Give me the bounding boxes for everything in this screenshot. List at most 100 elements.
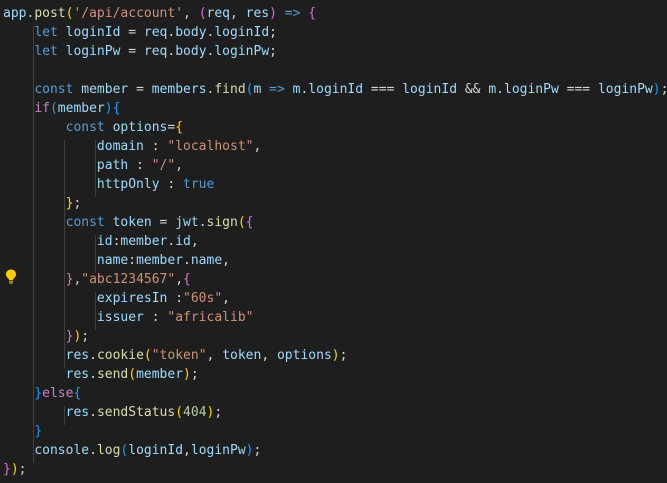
code-token: name <box>190 253 223 268</box>
code-line[interactable]: const options={ <box>3 118 183 137</box>
code-token: loginId <box>308 82 364 97</box>
code-token: { <box>175 120 184 135</box>
code-token: let <box>34 25 58 40</box>
code-line[interactable]: issuer : "africalib" <box>3 308 254 327</box>
code-token: loginPw <box>65 44 121 59</box>
code-token: find <box>214 82 246 97</box>
code-token: === <box>558 82 598 97</box>
code-token: 404 <box>183 405 207 420</box>
code-token: jwt <box>175 215 199 230</box>
code-token: { <box>245 215 254 230</box>
code-token: member <box>136 367 184 382</box>
code-token: : <box>159 177 184 192</box>
code-token: . <box>496 82 504 97</box>
code-token: send <box>96 367 129 382</box>
code-token: id <box>96 234 113 249</box>
code-line[interactable]: console.log(loginId,loginPw); <box>3 441 261 460</box>
code-token: sign <box>206 215 238 230</box>
code-token: ) <box>104 101 113 116</box>
code-token: = <box>120 44 144 59</box>
code-line[interactable]: res.cookie("token", token, options); <box>3 346 348 365</box>
code-token: const <box>65 120 105 135</box>
code-token: ( <box>198 6 207 21</box>
code-line[interactable]: const member = members.find(m => m.login… <box>3 80 667 99</box>
code-token: log <box>96 443 121 458</box>
code-token: . <box>89 443 97 458</box>
code-line[interactable]: }); <box>3 327 89 346</box>
code-token: req <box>206 6 230 21</box>
code-line[interactable]: }); <box>3 460 26 479</box>
code-line[interactable]: expiresIn :"60s", <box>3 289 230 308</box>
code-line[interactable]: },"abc1234567",{ <box>3 270 191 289</box>
code-token: loginPw <box>190 443 246 458</box>
code-token: } <box>34 386 43 401</box>
code-token: true <box>183 177 215 192</box>
code-token: name <box>96 253 129 268</box>
code-token: member <box>120 234 168 249</box>
code-token: ; <box>18 462 27 477</box>
code-line[interactable]: httpOnly : true <box>3 175 214 194</box>
code-line[interactable]: res.sendStatus(404); <box>3 403 223 422</box>
code-token: ; <box>339 348 348 363</box>
code-token: { <box>112 101 121 116</box>
code-token: "60s" <box>183 291 223 306</box>
code-token: ( <box>245 82 254 97</box>
code-line[interactable]: name:member.name, <box>3 251 230 270</box>
code-token: res <box>65 405 90 420</box>
code-token: , <box>175 272 184 287</box>
code-token: loginId <box>214 25 270 40</box>
code-line[interactable]: if(member){ <box>3 99 120 118</box>
code-line[interactable]: app.post('/api/account', (req, res) => { <box>3 4 316 23</box>
code-token: token <box>222 348 262 363</box>
code-token: = <box>128 82 152 97</box>
code-line[interactable]: const token = jwt.sign({ <box>3 213 254 232</box>
code-token: , <box>190 234 199 249</box>
code-token: => <box>284 6 301 21</box>
code-token: : <box>128 158 152 173</box>
code-token: ; <box>214 405 223 420</box>
code-line[interactable]: let loginId = req.body.loginId; <box>3 23 277 42</box>
code-line[interactable]: let loginPw = req.body.loginPw; <box>3 42 277 61</box>
code-line[interactable]: path : "/", <box>3 156 183 175</box>
code-token: res <box>245 6 270 21</box>
code-editor[interactable]: app.post('/api/account', (req, res) => {… <box>0 0 667 483</box>
code-token: loginPw <box>504 82 559 97</box>
code-line[interactable]: res.send(member); <box>3 365 199 384</box>
code-token: "/" <box>151 158 176 173</box>
lightbulb-icon[interactable] <box>4 268 18 285</box>
code-line[interactable]: id:member.id, <box>3 232 199 251</box>
code-token: issuer <box>96 310 144 325</box>
code-token: ) <box>331 348 340 363</box>
code-token: , <box>222 253 230 268</box>
code-token: body <box>175 25 207 40</box>
code-token: . <box>89 367 97 382</box>
code-token: : <box>143 139 168 154</box>
code-token: , <box>206 348 223 363</box>
code-line[interactable]: }; <box>3 194 82 213</box>
code-token: loginPw <box>597 82 653 97</box>
code-token: ( <box>128 367 137 382</box>
code-token: , <box>183 6 199 21</box>
code-token: . <box>198 215 207 230</box>
code-token: { <box>73 386 82 401</box>
code-token: } <box>3 462 11 477</box>
code-line[interactable]: }else{ <box>3 384 81 403</box>
code-line[interactable]: domain : "localhost", <box>3 137 261 156</box>
code-token: ; <box>269 25 277 40</box>
code-token: { <box>183 272 191 287</box>
code-line[interactable]: } <box>3 422 42 441</box>
code-token: = <box>151 215 176 230</box>
